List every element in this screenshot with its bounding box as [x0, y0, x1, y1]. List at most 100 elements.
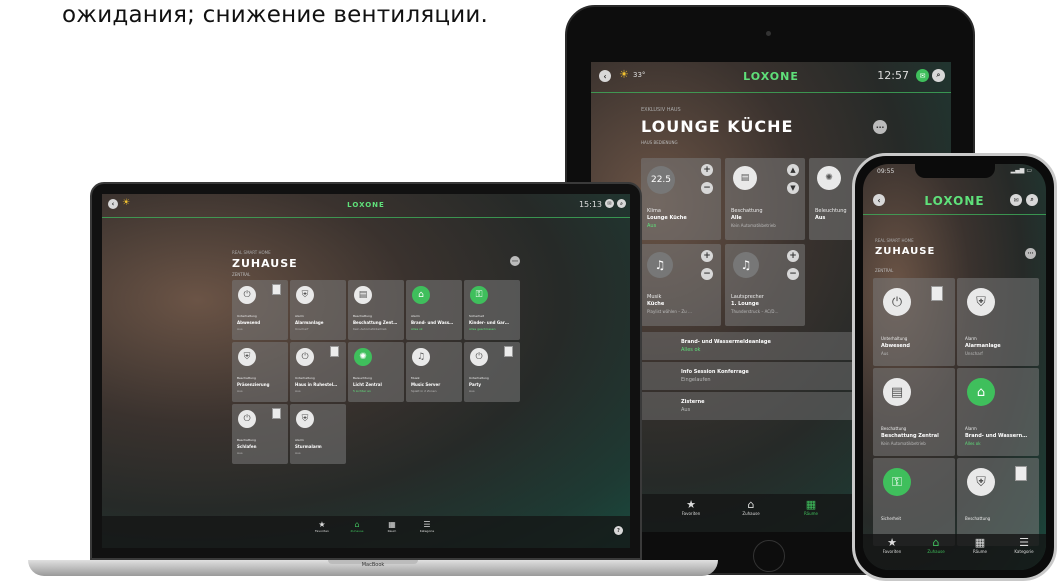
nav-home[interactable]: ⌂ Zuhause — [919, 536, 953, 554]
nav-rooms[interactable]: ▦ Räume — [963, 536, 997, 554]
toggle-switch[interactable] — [330, 346, 339, 357]
tile[interactable]: ⛨ Beschattung — [957, 458, 1039, 546]
volume-up-button[interactable]: + — [787, 250, 799, 262]
nav-favorites[interactable]: ★ Favoriten — [671, 498, 711, 516]
tile-category: Beschattung — [881, 426, 907, 431]
tile-name: Brand- und Wass… — [411, 320, 454, 325]
tile[interactable]: ♫ Musik Music Server Spielt in 2 Zonen — [406, 342, 462, 402]
laptop-base: MacBook — [28, 560, 718, 576]
tile[interactable]: ✺ Beleuchtung Licht Zentral 5 Lichter an — [348, 342, 404, 402]
tile[interactable]: ⛨ Alarm Alarmanlage Unscharf — [290, 280, 346, 340]
tablet-section: HAUS BEDIENUNG — [641, 140, 678, 145]
tablet-home-button[interactable] — [753, 540, 785, 572]
light-icon: ✺ — [354, 348, 372, 366]
temp-down-button[interactable]: − — [701, 182, 713, 194]
home-icon: ⌂ — [354, 520, 360, 529]
chat-icon[interactable]: ✉ — [916, 69, 929, 82]
blinds-up-button[interactable]: ▲ — [787, 164, 799, 176]
search-icon[interactable]: ⌕ — [617, 199, 626, 208]
room-icon: ▦ — [388, 520, 396, 529]
tile[interactable]: ⏻ Unterhaltung Haus in Ruhestel… Aus — [290, 342, 346, 402]
tablet-tile-music-kitchen[interactable]: ♫ + − Musik Küche Playlist wählen – Zu … — [641, 244, 721, 326]
tile-name: Küche — [647, 301, 665, 307]
chat-icon[interactable]: ✉ — [605, 199, 614, 208]
tile[interactable]: ▤ Beschattung Beschattung Zentral Kein Auto… — [873, 368, 955, 456]
tablet-subtitle: EXKLUSIV HAUS — [641, 107, 681, 113]
blinds-down-button[interactable]: ▼ — [787, 182, 799, 194]
tile[interactable]: ⚿ Sicherheit — [873, 458, 955, 546]
phone-bottom-nav: ★ Favoriten ⌂ Zuhause ▦ Räume ☰ Kategorie — [863, 534, 1046, 570]
blind-icon: ▤ — [733, 166, 757, 190]
tile-state: Aus — [881, 351, 889, 356]
tile[interactable]: ⛨ Alarm Alarmanlage Unscharf — [957, 278, 1039, 366]
tablet-menu-icon[interactable]: ⋯ — [873, 120, 887, 134]
back-icon[interactable]: ‹ — [873, 194, 885, 206]
toggle-switch[interactable] — [504, 346, 513, 357]
toggle-switch[interactable] — [1015, 466, 1027, 481]
tile-state: Aus — [295, 451, 301, 455]
status-icons: ▂▄▆ ▭ — [1010, 167, 1032, 174]
nav-label: Favoriten — [882, 549, 902, 554]
back-icon[interactable]: ‹ — [108, 199, 118, 209]
blind-icon: ▤ — [354, 286, 372, 304]
volume-down-button[interactable]: − — [787, 268, 799, 280]
tile-category: Beschattung — [237, 438, 256, 442]
phone-menu-icon[interactable]: ⋯ — [1025, 248, 1036, 259]
star-icon: ★ — [318, 520, 326, 529]
toggle-switch[interactable] — [931, 286, 943, 301]
back-icon[interactable]: ‹ — [599, 70, 611, 82]
phone-logo: LOXONE — [924, 194, 985, 208]
search-icon[interactable]: ⌕ — [1026, 194, 1038, 206]
tile-state: 5 Lichter an — [353, 389, 371, 393]
lock-icon: ⚿ — [883, 468, 911, 496]
temp-up-button[interactable]: + — [701, 164, 713, 176]
category-icon: ☰ — [1019, 536, 1029, 549]
tile-category: Sicherheit — [469, 314, 485, 318]
tile[interactable]: ⏻ Unterhaltung Abwesend Aus — [873, 278, 955, 366]
tile[interactable]: ▤ Beschattung Beschattung Zent… Kein Automa… — [348, 280, 404, 340]
toggle-switch[interactable] — [272, 284, 281, 295]
tile-state: Playlist wählen – Zu … — [647, 309, 692, 314]
tile[interactable]: ⛨ Alarm Sturmalarm Aus — [290, 404, 346, 464]
sun-icon: ☀ — [122, 198, 131, 208]
nav-home[interactable]: ⌂ Zuhause — [731, 498, 771, 516]
nav-category[interactable]: ☰Kategorie — [1007, 536, 1041, 554]
tablet-tile-music-lounge[interactable]: ♫ + − Lautsprecher 1. Lounge Thunderstru… — [725, 244, 805, 326]
laptop-menu-icon[interactable]: ⋯ — [510, 256, 520, 266]
help-icon[interactable]: ? — [614, 526, 623, 535]
nav-category[interactable]: ☰Kategorie — [412, 520, 442, 533]
tile-name: Beschattung Zent… — [353, 320, 398, 325]
nav-favorites[interactable]: ★ Favoriten — [307, 520, 337, 533]
tile-category: Unterhaltung — [469, 376, 489, 380]
tile[interactable]: ⌂ Alarm Brand- und Wassern… Alles ok — [957, 368, 1039, 456]
tablet-tile-blinds[interactable]: ▤ ▲ ▼ Beschattung Alle Kein Automatikbet… — [725, 158, 805, 240]
shield-icon: ⛨ — [296, 286, 314, 304]
volume-down-button[interactable]: − — [701, 268, 713, 280]
tile-name: Alarmanlage — [965, 343, 1001, 349]
toggle-switch[interactable] — [272, 408, 281, 419]
nav-label: Zuhause — [350, 529, 364, 533]
nav-favorites[interactable]: ★ Favoriten — [875, 536, 909, 554]
tablet-tile-climate[interactable]: 22.5 + − Klima Lounge Küche Aus — [641, 158, 721, 240]
tile-category: Beschattung — [965, 516, 991, 521]
nav-home[interactable]: ⌂ Zuhause — [342, 520, 372, 533]
tile[interactable]: ⚿ Sicherheit Kinder- und Gar… Alles geschlo… — [464, 280, 520, 340]
chat-icon[interactable]: ✉ — [1010, 194, 1022, 206]
sun-icon: ☀ — [619, 68, 629, 81]
tile-state: Aus — [647, 223, 657, 229]
tile[interactable]: ⏻ Beschattung Schlafen Aus — [232, 404, 288, 464]
tile-category: Musik — [647, 294, 662, 300]
tile-state: Kein Automatikbetrieb — [353, 327, 387, 331]
nav-rooms[interactable]: ▦ Räume — [791, 498, 831, 516]
tile-name: Schlafen — [237, 444, 257, 449]
tile[interactable]: ⛨ Beschattung Präsenzierung Aus — [232, 342, 288, 402]
light-icon: ✺ — [817, 166, 841, 190]
volume-up-button[interactable]: + — [701, 250, 713, 262]
nav-room[interactable]: ▦ Raum — [377, 520, 407, 533]
tile-name: Abwesend — [237, 320, 261, 325]
tile-name: Party — [469, 382, 482, 387]
search-icon[interactable]: ⌕ — [932, 69, 945, 82]
tile[interactable]: ⌂ Alarm Brand- und Wass… Alles ok — [406, 280, 462, 340]
tile[interactable]: ⏻ Unterhaltung Abwesend Aus — [232, 280, 288, 340]
tile[interactable]: ⏻ Unterhaltung Party Aus — [464, 342, 520, 402]
